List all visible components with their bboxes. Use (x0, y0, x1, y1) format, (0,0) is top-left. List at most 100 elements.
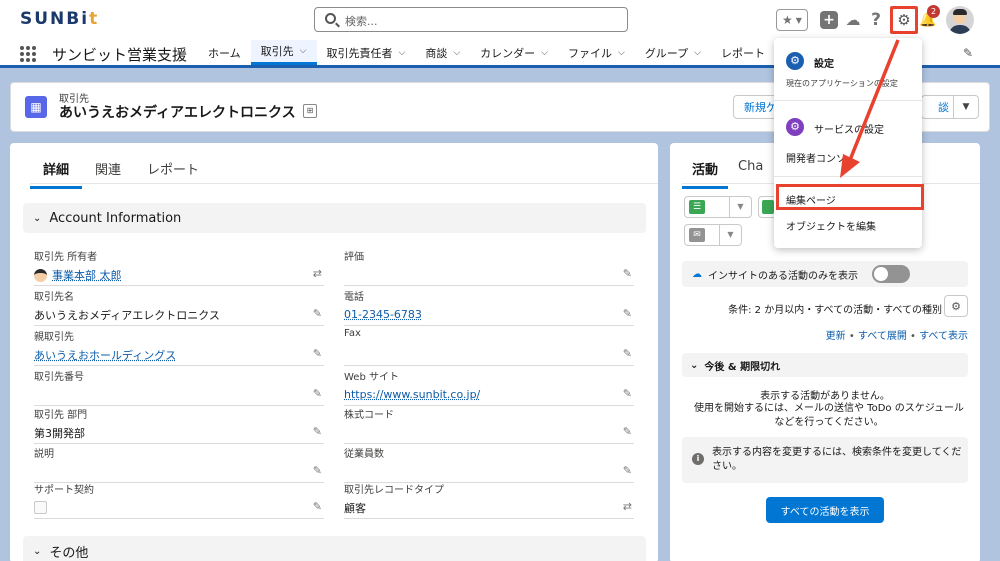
field-value[interactable]: 01-2345-6783 (344, 307, 634, 321)
avatar[interactable] (946, 6, 974, 34)
edit-pencil-icon[interactable]: ✎ (623, 387, 632, 400)
edit-pencil-icon[interactable]: ✎ (313, 347, 322, 360)
section-title: Account Information (49, 210, 182, 226)
chevron-down-icon[interactable]: ⌵ (399, 48, 406, 58)
more-actions-button[interactable]: ▼ (953, 95, 979, 119)
insight-toggle[interactable] (872, 265, 910, 283)
activity-links: 更新 • すべて展開 • すべて表示 (825, 331, 968, 342)
chevron-down-icon[interactable]: ⌵ (453, 48, 460, 58)
info-icon: i (692, 453, 704, 465)
nav-item-label: ホーム (208, 46, 241, 60)
field-label: 評価 (344, 252, 364, 263)
view-all-link[interactable]: すべて表示 (919, 331, 968, 342)
field-label: Fax (344, 328, 361, 339)
setup-button[interactable]: ⚙ (890, 6, 918, 34)
edit-pencil-icon[interactable]: ✎ (313, 387, 322, 400)
edit-pencil-icon[interactable]: ✎ (313, 307, 322, 320)
chevron-down-icon[interactable]: ⌵ (694, 48, 701, 58)
star-icon: ★ (782, 13, 793, 27)
global-header: SUNBit 検索... ★ ▼ + ☁ ? ⚙ 🔔 2 (0, 0, 1000, 40)
event-icon (762, 200, 774, 214)
filter-settings-button[interactable]: ⚙ (944, 295, 968, 317)
app-launcher-icon[interactable] (20, 46, 36, 62)
trailhead-button[interactable]: ☁ (843, 9, 863, 31)
field-value (34, 387, 324, 401)
chevron-down-icon[interactable]: ⌵ (541, 48, 548, 58)
search-input[interactable]: 検索... (314, 7, 628, 32)
service-gear-icon: ⚙ (786, 118, 804, 136)
new-task-button[interactable]: ☰ ▼ (684, 196, 752, 218)
logo-text: SUNBi (20, 9, 90, 29)
field-left_fields-2: 親取引先 あいうえおホールディングス ✎ (34, 328, 324, 366)
chevron-down-icon: ⌄ (33, 212, 42, 224)
nav-item-1[interactable]: 取引先 ⌵ (250, 40, 317, 65)
field-value (344, 267, 634, 281)
hierarchy-icon[interactable]: ⊞ (303, 104, 317, 118)
field-value[interactable]: https://www.sunbit.co.jp/ (344, 387, 634, 401)
field-value-text: 顧客 (344, 502, 366, 515)
favorites-button[interactable]: ★ ▼ (776, 9, 808, 31)
edit-pencil-icon[interactable]: ✎ (313, 500, 322, 513)
nav-item-0[interactable]: ホーム (198, 40, 251, 65)
change-icon[interactable]: ⇄ (623, 500, 632, 513)
show-all-activities-button[interactable]: すべての活動を表示 (766, 497, 884, 523)
edit-pencil-icon[interactable]: ✎ (623, 267, 632, 280)
expand-all-link[interactable]: すべて展開 (858, 331, 907, 342)
field-value[interactable]: 事業本部 太郎 (34, 267, 324, 283)
insight-filter: ☁ インサイトのある活動のみを表示 (682, 261, 968, 287)
email-button[interactable]: ✉ ▼ (684, 224, 742, 246)
field-value-text: 第3開発部 (34, 427, 85, 440)
refresh-link[interactable]: 更新 (826, 331, 846, 342)
field-value (344, 343, 634, 357)
field-label: 従業員数 (344, 449, 384, 460)
section-account-information[interactable]: ⌄ Account Information (23, 203, 646, 233)
nav-item-7[interactable]: レポート (711, 40, 775, 65)
chevron-down-icon: ▼ (729, 197, 751, 217)
field-value-text: あいうえおメディアエレクトロニクス (34, 309, 220, 322)
menu-item-edit-object[interactable]: オブジェクトを編集 (786, 218, 876, 233)
help-button[interactable]: ? (867, 9, 885, 31)
edit-pencil-icon[interactable]: ✎ (623, 307, 632, 320)
menu-item-developer-console[interactable]: 開発者コンソ (786, 150, 846, 165)
field-right_fields-3: Web サイト https://www.sunbit.co.jp/ ✎ (344, 368, 634, 406)
search-icon (325, 13, 336, 24)
edit-pencil-icon[interactable]: ✎ (313, 464, 322, 477)
field-label: 株式コード (344, 410, 394, 421)
menu-item-setup[interactable]: 設定 (814, 55, 834, 70)
field-label: 取引先レコードタイプ (344, 485, 444, 496)
field-label: 説明 (34, 449, 54, 460)
nav-item-label: 商談 (425, 46, 448, 60)
nav-item-4[interactable]: カレンダー ⌵ (470, 40, 558, 65)
new-opportunity-button[interactable]: 談 (921, 95, 953, 119)
edit-pencil-icon[interactable]: ✎ (313, 425, 322, 438)
task-icon: ☰ (689, 200, 705, 214)
setup-menu: ⚙ 設定 現在のアプリケーションの設定 ⚙ サービスの設定 開発者コンソ 編集ペ… (774, 38, 924, 248)
chevron-down-icon[interactable]: ⌵ (618, 48, 625, 58)
global-actions-button[interactable]: + (820, 11, 838, 29)
support-checkbox[interactable] (34, 500, 47, 514)
edit-pencil-icon[interactable]: ✎ (623, 425, 632, 438)
edit-pencil-icon[interactable]: ✎ (623, 347, 632, 360)
trailhead-icon: ☁ (845, 11, 861, 29)
edit-pencil-icon[interactable]: ✎ (623, 464, 632, 477)
nav-item-5[interactable]: ファイル ⌵ (558, 40, 635, 65)
nav-item-6[interactable]: グループ ⌵ (635, 40, 711, 65)
empty-body: 使用を開始するには、メールの送信や ToDo のスケジュールなどを行ってください… (694, 403, 965, 428)
logo[interactable]: SUNBit (20, 9, 99, 29)
insight-label: インサイトのある活動のみを表示 (708, 270, 858, 282)
field-left_fields-6: サポート契約 ✎ (34, 481, 324, 519)
nav-item-label: カレンダー (480, 46, 536, 60)
field-right_fields-0: 評価 ✎ (344, 248, 634, 286)
nav-item-3[interactable]: 商談 ⌵ (415, 40, 470, 65)
menu-item-service-setup[interactable]: サービスの設定 (814, 121, 884, 136)
nav-item-2[interactable]: 取引先責任者 ⌵ (317, 40, 416, 65)
nav-item-label: 取引先 (260, 45, 294, 58)
edit-nav-icon[interactable]: ✎ (963, 46, 973, 60)
logo-accent: t (89, 9, 100, 29)
field-value[interactable]: あいうえおホールディングス (34, 347, 324, 363)
section-other[interactable]: ⌄ その他 (23, 536, 646, 561)
chevron-down-icon[interactable]: ⌵ (300, 46, 307, 56)
upcoming-overdue-section[interactable]: ⌄ 今後 & 期限切れ (682, 353, 968, 377)
empty-title: 表示する活動がありません。 (760, 391, 890, 402)
change-icon[interactable]: ⇄ (313, 267, 322, 280)
